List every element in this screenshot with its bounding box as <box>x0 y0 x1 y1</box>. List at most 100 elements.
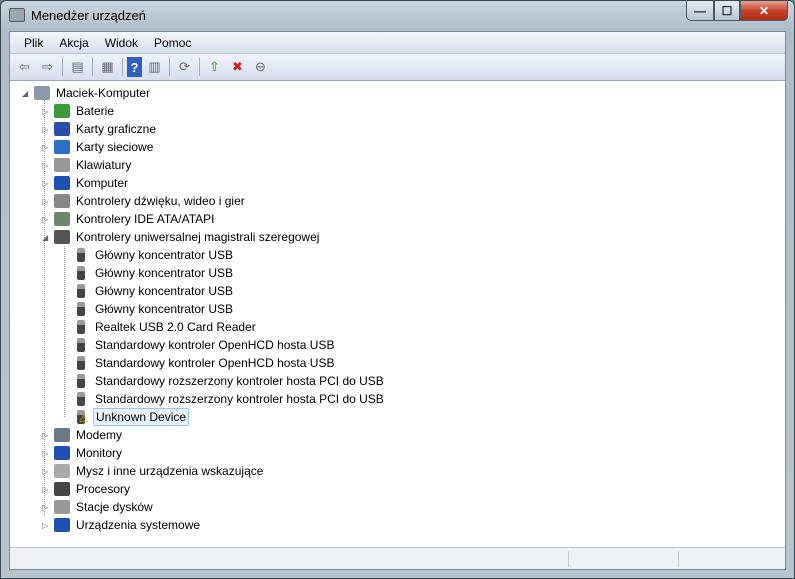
tree-item-label: Monitory <box>76 446 123 460</box>
tree-item[interactable]: Standardowy rozszerzony kontroler hosta … <box>73 390 386 408</box>
tree-item-label: Karty graficzne <box>76 122 157 136</box>
expand-arrow-icon[interactable]: ▷ <box>42 179 50 188</box>
expand-arrow-icon[interactable]: ▷ <box>42 467 50 476</box>
device-tree[interactable]: ◢ Maciek-Komputer ▷ Baterie ▷ Karty graficzne… <box>10 82 785 547</box>
expand-arrow-icon[interactable]: ▷ <box>42 449 50 458</box>
menu-bar: Plik Akcja Widok Pomoc <box>10 32 785 54</box>
menu-widok[interactable]: Widok <box>97 36 146 50</box>
close-button[interactable]: ✕ <box>740 1 788 21</box>
menu-akcja[interactable]: Akcja <box>51 36 96 50</box>
update-driver-icon: ⇧ <box>209 59 220 74</box>
client-area: Plik Akcja Widok Pomoc ⇦ ⇨ ▤ ▦? ▥ ⟳ ⇧ ✖ ⊖ ◢ Maciek-K… <box>9 31 786 570</box>
tree-item[interactable]: ▷ Stacje dysków <box>42 498 155 516</box>
expand-arrow-icon[interactable]: ▷ <box>42 431 50 440</box>
tree-item[interactable]: ⚠ Unknown Device <box>73 408 190 426</box>
tree-item[interactable]: ▷ Klawiatury <box>42 156 133 174</box>
expand-arrow-icon[interactable]: ▷ <box>42 143 50 152</box>
expand-arrow-icon[interactable]: ▷ <box>42 125 50 134</box>
tree-item-label: Modemy <box>76 428 123 442</box>
tree-item-label: Maciek-Komputer <box>56 86 151 100</box>
tree-item[interactable]: ▷ Procesory <box>42 480 132 498</box>
expand-arrow-icon[interactable]: ▷ <box>42 215 50 224</box>
tree-item-label: Karty sieciowe <box>76 140 154 154</box>
expand-arrow-icon[interactable]: ▷ <box>42 485 50 494</box>
help-icon: ? <box>130 59 139 75</box>
disable-button[interactable]: ⊖ <box>250 57 271 77</box>
toolbar-separator <box>169 58 170 76</box>
tree-item[interactable]: ▷ Karty graficzne <box>42 120 158 138</box>
battery-icon <box>54 104 70 118</box>
tree-item-label: Standardowy kontroler OpenHCD hosta USB <box>95 356 335 370</box>
collapse-arrow-icon[interactable]: ◢ <box>22 89 30 98</box>
usb-device-icon <box>77 338 85 352</box>
tree-item[interactable]: Standardowy rozszerzony kontroler hosta … <box>73 372 386 390</box>
device-manager-window: Menedżer urządzeń — ☐ ✕ Plik Akcja Widok Po… <box>0 0 795 579</box>
tree-item[interactable]: ▷ Kontrolery dźwięku, wideo i gier <box>42 192 247 210</box>
usb-device-icon <box>77 302 85 316</box>
back-button[interactable]: ⇦ <box>14 57 35 77</box>
computer-root-icon <box>34 86 50 100</box>
collapse-arrow-icon[interactable]: ◢ <box>42 233 50 242</box>
scan-hardware-icon: ⟳ <box>179 59 190 74</box>
usb-device-icon <box>77 266 85 280</box>
system-devices-icon <box>54 518 70 532</box>
scan-hardware-button[interactable]: ⟳ <box>174 57 195 77</box>
tree-item-label: Unknown Device <box>93 408 190 426</box>
toolbar-separator <box>92 58 93 76</box>
tree-item[interactable]: ▷ Urządzenia systemowe <box>42 516 202 534</box>
usb-icon <box>54 230 70 244</box>
tree-item-label: Komputer <box>76 176 129 190</box>
help-button[interactable]: ? <box>127 57 142 77</box>
tree-item[interactable]: ▷ Modemy <box>42 426 124 444</box>
tree-item-label: Stacje dysków <box>76 500 153 514</box>
expand-arrow-icon[interactable]: ▷ <box>42 107 50 116</box>
tree-item-label: Klawiatury <box>76 158 132 172</box>
expand-arrow-icon[interactable]: ▷ <box>42 503 50 512</box>
status-divider <box>568 551 569 567</box>
tree-item-label: Główny koncentrator USB <box>95 266 234 280</box>
status-divider <box>678 551 679 567</box>
tree-item[interactable]: Standardowy kontroler OpenHCD hosta USB <box>73 354 336 372</box>
disable-icon: ⊖ <box>255 59 266 74</box>
uninstall-icon: ✖ <box>232 59 243 74</box>
tree-item[interactable]: Główny koncentrator USB <box>73 246 235 264</box>
modem-icon <box>54 428 70 442</box>
update-driver-button[interactable]: ⇧ <box>204 57 225 77</box>
tree-root[interactable]: ◢ Maciek-Komputer <box>22 84 152 102</box>
tree-item-label: Kontrolery uniwersalnej magistrali szere… <box>76 230 320 244</box>
tree-item[interactable]: ▷ Monitory <box>42 444 124 462</box>
expand-arrow-icon[interactable]: ▷ <box>42 197 50 206</box>
tree-item[interactable]: ▷ Mysz i inne urządzenia wskazujące <box>42 462 265 480</box>
menu-pomoc[interactable]: Pomoc <box>146 36 199 50</box>
tree-item[interactable]: Realtek USB 2.0 Card Reader <box>73 318 258 336</box>
tree-item-label: Kontrolery dźwięku, wideo i gier <box>76 194 245 208</box>
tree-item[interactable]: ▷ Karty sieciowe <box>42 138 155 156</box>
toolbar-separator <box>199 58 200 76</box>
tree-item[interactable]: Standardowy kontroler OpenHCD hosta USB <box>73 336 336 354</box>
show-hide-console-tree-button[interactable]: ▤ <box>67 57 88 77</box>
tree-item-label: Standardowy kontroler OpenHCD hosta USB <box>95 338 335 352</box>
show-action-pane-button[interactable]: ▥ <box>144 57 165 77</box>
tree-item[interactable]: Główny koncentrator USB <box>73 300 235 318</box>
tree-item[interactable]: ▷ Kontrolery IDE ATA/ATAPI <box>42 210 217 228</box>
tree-item[interactable]: ▷ Komputer <box>42 174 130 192</box>
back-icon: ⇦ <box>19 59 30 74</box>
properties-button[interactable]: ▦ <box>97 57 118 77</box>
minimize-button[interactable]: — <box>686 1 714 21</box>
expand-arrow-icon[interactable]: ▷ <box>42 161 50 170</box>
tree-item-label: Urządzenia systemowe <box>76 518 201 532</box>
properties-icon: ▦ <box>101 59 114 74</box>
tree-item[interactable]: Główny koncentrator USB <box>73 264 235 282</box>
tree-item[interactable]: Główny koncentrator USB <box>73 282 235 300</box>
forward-icon: ⇨ <box>42 59 53 74</box>
menu-plik[interactable]: Plik <box>16 36 51 50</box>
tree-item-label: Procesory <box>76 482 131 496</box>
uninstall-button[interactable]: ✖ <box>227 57 248 77</box>
toolbar-separator <box>122 58 123 76</box>
expand-arrow-icon[interactable]: ▷ <box>42 521 50 530</box>
tree-item[interactable]: ◢ Kontrolery uniwersalnej magistrali szer… <box>42 228 321 246</box>
forward-button[interactable]: ⇨ <box>37 57 58 77</box>
maximize-button[interactable]: ☐ <box>714 1 740 21</box>
tree-item[interactable]: ▷ Baterie <box>42 102 116 120</box>
ide-controller-icon <box>54 212 70 226</box>
